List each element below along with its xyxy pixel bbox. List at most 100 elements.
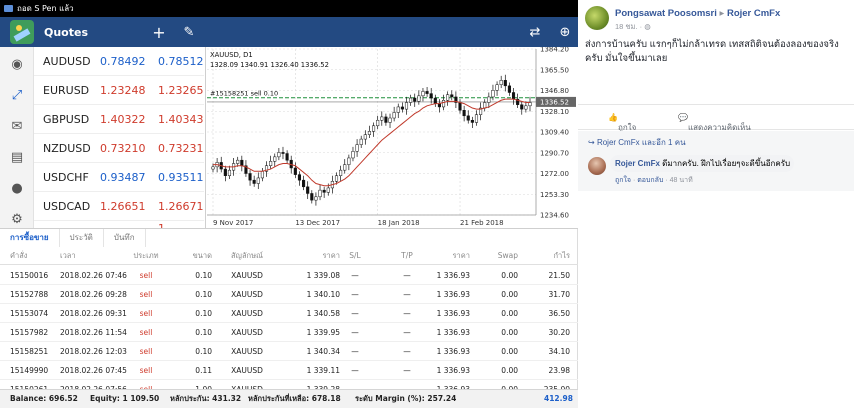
quote-row[interactable]: EURUSD 1.23248 1.23265 — [34, 76, 204, 105]
candle-body — [429, 93, 433, 99]
table-row[interactable]: 15150016 2018.02.26 07:46 sell 0.10 XAUUSD 1 … — [0, 266, 578, 285]
table-cell: 31.70 — [548, 290, 570, 299]
table-cell: 0.10 — [195, 347, 212, 356]
add-icon[interactable]: + — [144, 17, 174, 47]
table-row[interactable]: 15149990 2018.02.26 07:45 sell 0.11 XAUUSD 1 … — [0, 361, 578, 380]
table-cell: — — [351, 328, 359, 337]
candle-body — [343, 164, 347, 171]
y-tick-label: 1272.00 — [540, 170, 569, 178]
candle-body — [495, 84, 499, 91]
quote-ask: 1.23265 — [158, 83, 204, 97]
reply-author[interactable]: Rojer CmFx — [615, 159, 660, 168]
quote-row[interactable]: NZDUSD 0.73210 0.73231 — [34, 134, 204, 163]
mail-icon[interactable]: ✉ — [8, 117, 26, 135]
column-header: สัญลักษณ์ — [230, 251, 263, 260]
candle-body — [372, 125, 376, 132]
candle-body — [462, 110, 466, 117]
table-row[interactable]: 15158251 2018.02.26 12:03 sell 0.10 XAUUSD 1 … — [0, 342, 578, 361]
quote-symbol: USDCHF — [43, 170, 89, 184]
table-cell: 30.20 — [548, 328, 570, 337]
candle-body — [524, 105, 528, 110]
tab-0[interactable]: การซื้อขาย — [0, 228, 60, 247]
quote-row[interactable]: AUDUSD 0.78492 0.78512 — [34, 47, 204, 76]
candle-body — [310, 193, 314, 201]
x-tick-label: 9 Nov 2017 — [213, 219, 253, 227]
table-cell: 0.00 — [501, 271, 518, 280]
news-icon[interactable]: ▤ — [8, 148, 26, 166]
table-cell: 1 336.93 — [436, 328, 470, 337]
free-margin: หลักประกันที่เหลือ: 678.18 — [248, 394, 341, 403]
table-cell: XAUUSD — [231, 366, 263, 375]
author-name[interactable]: Pongsawat Poosomsri — [615, 8, 717, 19]
price-chart[interactable]: 1384.20 1365.50 1346.80 1328.10 1309.40 1290.… — [205, 47, 578, 228]
table-cell: — — [351, 271, 359, 280]
candle-body — [466, 115, 470, 121]
y-tick-label: 1346.80 — [540, 87, 569, 95]
candle-body — [404, 102, 409, 110]
quote-row[interactable]: GBPUSD 1.40322 1.40343 — [34, 105, 204, 134]
table-row[interactable]: 15157982 2018.02.26 11:54 sell 0.10 XAUUSD 1 … — [0, 323, 578, 342]
candle-body — [339, 169, 343, 176]
y-tick-label: 1253.30 — [540, 191, 569, 199]
table-row[interactable]: 15153074 2018.02.26 09:31 sell 0.10 XAUUSD 1 … — [0, 304, 578, 323]
quote-row[interactable]: XAUUSD1 336.521 336.83 — [34, 221, 204, 228]
gear-icon[interactable]: ⚙ — [8, 210, 26, 228]
candle-body — [297, 174, 302, 181]
quote-symbol: EURUSD — [43, 83, 90, 97]
tab-2[interactable]: บันทึก — [104, 228, 146, 247]
app-logo-icon[interactable] — [10, 20, 34, 44]
total-profit: 412.98 — [544, 394, 573, 403]
candle-body — [392, 112, 396, 119]
margin: หลักประกัน: 431.32 — [170, 394, 242, 403]
quote-symbol: USDCAD — [43, 199, 91, 213]
post-actions: 👍 ถูกใจ 💬 แสดงความคิดเห็น — [578, 104, 854, 132]
quote-bid: 0.73210 — [100, 141, 146, 155]
quote-row[interactable]: USDCAD 1.26651 1.26671 — [34, 192, 204, 221]
table-cell: sell — [139, 309, 153, 318]
table-cell: XAUUSD — [231, 309, 263, 318]
replies-summary[interactable]: ↪ Rojer CmFx และอีก 1 คน — [588, 136, 686, 149]
candle-body — [351, 151, 355, 159]
chart-icon[interactable]: ⤢ — [8, 86, 26, 104]
quote-ask: 1.40343 — [158, 112, 204, 126]
candle-body — [507, 85, 511, 93]
candle-body — [211, 166, 215, 170]
chat-icon[interactable]: ● — [8, 179, 26, 197]
comment-button[interactable]: 💬 แสดงความคิดเห็น — [678, 113, 751, 132]
candle-body — [281, 152, 285, 154]
order-swap-icon[interactable]: ⇄ — [520, 17, 550, 47]
reply-answer-link[interactable]: ตอบกลับ — [637, 177, 663, 184]
quote-row[interactable]: USDCHF 0.93487 0.93511 — [34, 163, 204, 192]
order-label: #15158251 sell 0.10 — [210, 90, 278, 98]
reply-avatar[interactable] — [588, 157, 606, 175]
post-author[interactable]: Pongsawat Poosomsri ▸ Rojer CmFx — [615, 8, 780, 19]
candle-body — [511, 92, 516, 100]
equity: Equity: 1 109.50 — [90, 394, 160, 403]
table-cell: 0.00 — [501, 366, 518, 375]
quote-bid: 1.26651 — [100, 199, 146, 213]
x-tick-label: 21 Feb 2018 — [460, 219, 504, 227]
candle-body — [236, 159, 240, 164]
y-tick-label: 1365.50 — [540, 66, 569, 74]
quotes-list: AUDUSD 0.78492 0.78512 EURUSD 1.23248 1.23265… — [34, 47, 204, 228]
target-name[interactable]: Rojer CmFx — [727, 8, 780, 19]
new-order-icon[interactable]: ⊕ — [550, 17, 580, 47]
table-row[interactable]: 15152788 2018.02.26 09:28 sell 0.10 XAUUSD 1 … — [0, 285, 578, 304]
like-button[interactable]: 👍 ถูกใจ — [608, 113, 636, 132]
tab-1[interactable]: ประวัติ — [60, 228, 104, 247]
table-cell: 2018.02.26 09:28 — [60, 290, 127, 299]
balance: Balance: 696.52 — [10, 394, 78, 403]
table-cell: 1 336.93 — [436, 290, 470, 299]
reply-text: ดีมากครับ. ฝึกไปเรื่อยๆจะดีขึ้นอีกครับ — [662, 159, 791, 168]
reply-like-link[interactable]: ถูกใจ — [615, 177, 631, 184]
table-cell: 1 336.93 — [436, 366, 470, 375]
globe-icon[interactable]: ◉ — [8, 55, 26, 73]
candle-body — [483, 102, 487, 109]
author-avatar[interactable] — [585, 6, 609, 30]
candle-body — [260, 171, 264, 179]
candle-body — [334, 175, 339, 182]
y-tick-label: 1290.70 — [540, 149, 569, 157]
edit-icon[interactable]: ✎ — [174, 17, 204, 47]
candle-body — [302, 179, 306, 188]
moving-average-line — [213, 98, 530, 187]
